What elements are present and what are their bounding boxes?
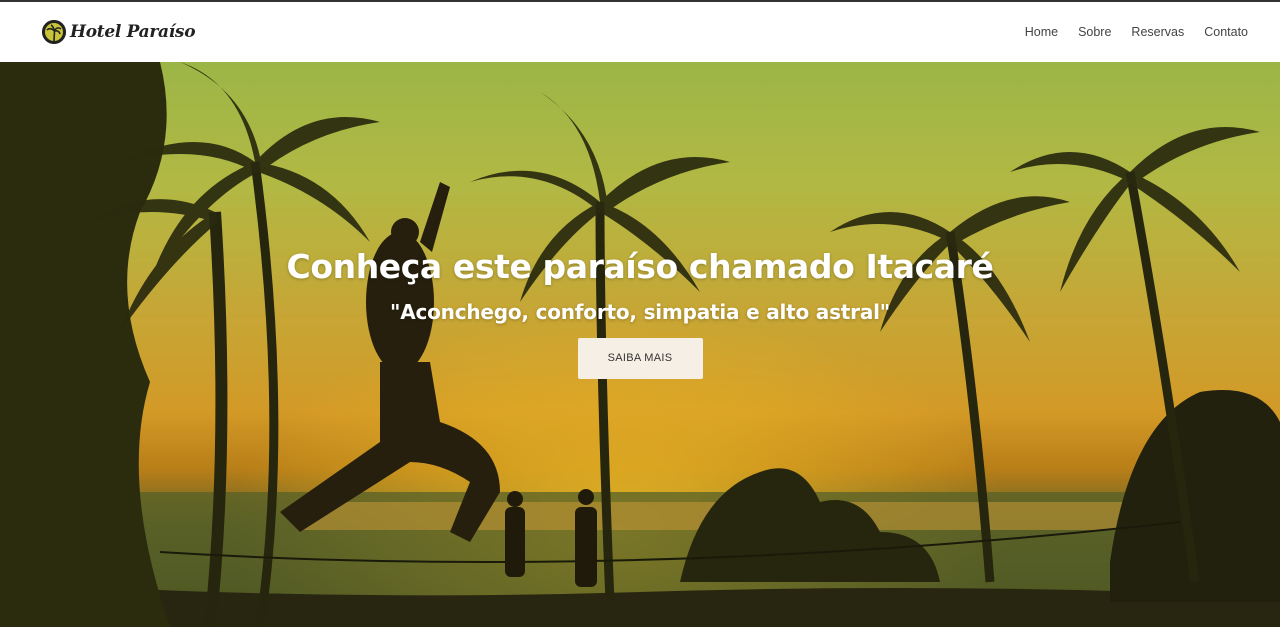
nav-link-contato[interactable]: Contato [1204, 21, 1248, 43]
brand-logo-link[interactable]: Hotel Paraíso [42, 20, 196, 44]
main-nav: Home Sobre Reservas Contato [1025, 21, 1248, 43]
nav-link-sobre[interactable]: Sobre [1078, 21, 1111, 43]
hero-title: Conheça este paraíso chamado Itacaré [286, 247, 994, 286]
palm-tree-icon [42, 20, 66, 44]
navbar: Hotel Paraíso Home Sobre Reservas Contat… [0, 0, 1280, 62]
nav-link-reservas[interactable]: Reservas [1131, 21, 1184, 43]
hero-subtitle: "Aconchego, conforto, simpatia e alto as… [389, 300, 891, 324]
brand-name: Hotel Paraíso [70, 22, 196, 42]
hero-section: Conheça este paraíso chamado Itacaré "Ac… [0, 62, 1280, 627]
hero-content: Conheça este paraíso chamado Itacaré "Ac… [0, 247, 1280, 379]
nav-link-home[interactable]: Home [1025, 21, 1058, 43]
saiba-mais-button[interactable]: SAIBA MAIS [577, 338, 703, 379]
